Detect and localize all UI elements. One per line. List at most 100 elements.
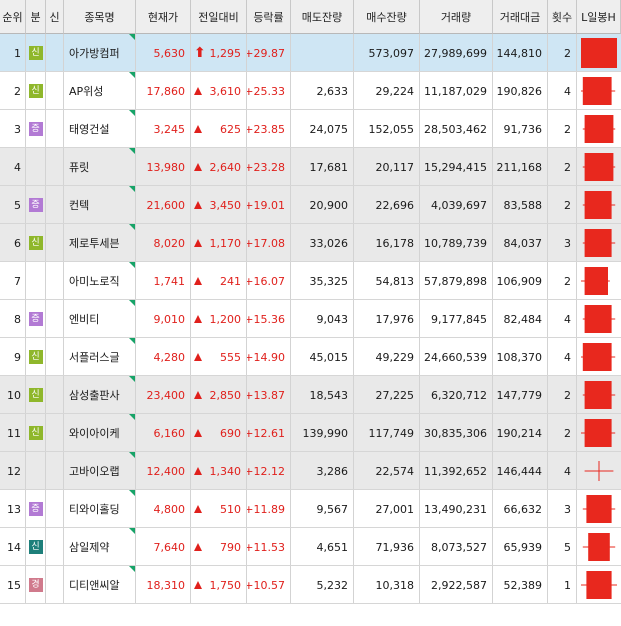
change-value: 1,170	[209, 236, 242, 250]
candle-body	[581, 38, 617, 68]
header-col-candle[interactable]: L일봉H	[577, 0, 621, 34]
table-row[interactable]: 14 신 삼일제약 7,640 790 +11.53 4,651 71,936 8,073,52…	[0, 528, 621, 566]
table-row[interactable]: 13 증 티와이홀딩 4,800 510 +11.89 9,567 27,001 13,490,…	[0, 490, 621, 528]
change-rate: +11.89	[247, 502, 285, 516]
change-value: 1,295	[209, 46, 242, 60]
trade-volume: 4,039,697	[431, 198, 487, 212]
table-row[interactable]: 7 아미노로직 1,741 241 +16.07 35,325 54,813 57,879,8…	[0, 262, 621, 300]
bid-remaining: 16,178	[375, 236, 415, 250]
up-triangle-icon	[194, 277, 202, 285]
table-row[interactable]: 10 신 삼성출판사 23,400 2,850 +13.87 18,543 27,225 6,3…	[0, 376, 621, 414]
ask-remaining: 45,015	[309, 350, 349, 364]
change-value: 510	[220, 502, 241, 516]
rank-cell: 15	[7, 578, 21, 592]
bid-remaining: 22,696	[375, 198, 415, 212]
daily-candle-chart	[581, 571, 617, 599]
header-col-name[interactable]: 종목명	[64, 0, 136, 34]
upper-limit-arrow-icon: ⬆	[194, 45, 206, 61]
table-row[interactable]: 4 퓨릿 13,980 2,640 +23.28 17,681 20,117 15,294,4…	[0, 148, 621, 186]
current-price: 5,630	[153, 46, 186, 60]
ask-remaining: 3,286	[316, 464, 349, 478]
trade-count: 1	[564, 578, 571, 592]
market-badge: 증	[28, 502, 43, 516]
header-col-badge[interactable]: 분	[26, 0, 46, 34]
change-value: 1,340	[209, 464, 242, 478]
trade-amount: 108,370	[496, 350, 543, 364]
current-price: 8,020	[153, 236, 186, 250]
up-triangle-icon	[194, 429, 202, 437]
candle-body	[582, 343, 612, 371]
note-corner-mark	[129, 72, 135, 78]
trade-count: 3	[564, 502, 571, 516]
market-badge: 신	[28, 388, 43, 402]
change-rate: +16.07	[247, 274, 285, 288]
ask-remaining: 9,043	[316, 312, 349, 326]
daily-candle-chart	[581, 343, 616, 371]
current-price: 18,310	[146, 578, 186, 592]
note-corner-mark	[129, 148, 135, 154]
stock-name: 티와이홀딩	[69, 503, 120, 516]
change-rate: +15.36	[247, 312, 285, 326]
trade-count: 2	[564, 160, 571, 174]
header-col-diff[interactable]: 전일대비	[191, 0, 247, 34]
up-triangle-icon	[194, 467, 202, 475]
header-col-volume[interactable]: 거래량	[420, 0, 493, 34]
header-col-rank[interactable]: 순위	[0, 0, 26, 34]
current-price: 4,800	[153, 502, 186, 516]
ask-remaining: 17,681	[309, 160, 349, 174]
header-col-sin[interactable]: 신	[46, 0, 64, 34]
ask-remaining: 35,325	[309, 274, 349, 288]
change-rate: +25.33	[247, 84, 285, 98]
daily-candle-chart	[582, 191, 616, 219]
change-rate: +29.87	[247, 46, 285, 60]
trade-count: 2	[564, 426, 571, 440]
rank-cell: 5	[14, 198, 21, 212]
rank-cell: 13	[7, 502, 21, 516]
trade-volume: 57,879,898	[424, 274, 487, 288]
trade-amount: 65,939	[503, 540, 543, 554]
table-row[interactable]: 1 신 아가방컴퍼 5,630 ⬆ 1,295 +29.87 573,097 27,989,69…	[0, 34, 621, 72]
daily-candle-chart	[581, 38, 617, 68]
trade-count: 4	[564, 312, 571, 326]
table-row[interactable]: 15 경 디티앤씨알 18,310 1,750 +10.57 5,232 10,318 2,92…	[0, 566, 621, 604]
ask-remaining: 9,567	[316, 502, 349, 516]
table-row[interactable]: 6 신 제로투세븐 8,020 1,170 +17.08 33,026 16,178 10,78…	[0, 224, 621, 262]
up-triangle-icon	[194, 315, 202, 323]
up-triangle-icon	[194, 581, 202, 589]
table-row[interactable]: 12 고바이오랩 12,400 1,340 +12.12 3,286 22,574 11,39…	[0, 452, 621, 490]
ask-remaining: 24,075	[309, 122, 349, 136]
table-row[interactable]: 2 신 AP위성 17,860 3,610 +25.33 2,633 29,224 11,187…	[0, 72, 621, 110]
market-badge: 증	[28, 312, 43, 326]
change-value: 2,850	[209, 388, 242, 402]
bid-remaining: 20,117	[375, 160, 415, 174]
current-price: 21,600	[146, 198, 186, 212]
header-col-amount[interactable]: 거래대금	[493, 0, 548, 34]
change-rate: +12.12	[247, 464, 285, 478]
table-row[interactable]: 11 신 와이아이케 6,160 690 +12.61 139,990 117,749 30,8…	[0, 414, 621, 452]
header-col-rate[interactable]: 등락률	[247, 0, 291, 34]
table-row[interactable]: 8 증 엔비티 9,010 1,200 +15.36 9,043 17,976 9,177,84…	[0, 300, 621, 338]
trade-amount: 190,826	[496, 84, 543, 98]
trade-amount: 190,214	[496, 426, 543, 440]
trade-volume: 9,177,845	[431, 312, 487, 326]
daily-candle-chart	[581, 267, 610, 295]
rank-cell: 14	[7, 540, 21, 554]
bid-remaining: 10,318	[375, 578, 415, 592]
trade-volume: 30,835,306	[424, 426, 487, 440]
change-value: 2,640	[209, 160, 242, 174]
change-rate: +11.53	[247, 540, 285, 554]
header-col-price[interactable]: 현재가	[136, 0, 191, 34]
stock-ranking-table: 순위 분 신 종목명 현재가 전일대비 등락률 매도잔량 매수잔량 거래량 거래대금 횟수 L일봉H 1 신…	[0, 0, 621, 626]
table-row[interactable]: 9 신 서플러스글 4,280 555 +14.90 45,015 49,229 24,660,…	[0, 338, 621, 376]
ask-remaining: 20,900	[309, 198, 349, 212]
trade-count: 4	[564, 350, 571, 364]
candle-body	[586, 495, 612, 523]
trade-count: 2	[564, 122, 571, 136]
header-col-bid[interactable]: 매수잔량	[354, 0, 420, 34]
table-row[interactable]: 3 증 태영건설 3,245 625 +23.85 24,075 152,055 28,503,…	[0, 110, 621, 148]
trade-volume: 6,320,712	[431, 388, 487, 402]
header-col-ask[interactable]: 매도잔량	[291, 0, 354, 34]
header-col-count[interactable]: 횟수	[548, 0, 577, 34]
stock-name: 아가방컴퍼	[69, 47, 120, 60]
table-row[interactable]: 5 증 컨텍 21,600 3,450 +19.01 20,900 22,696 4,039,6…	[0, 186, 621, 224]
